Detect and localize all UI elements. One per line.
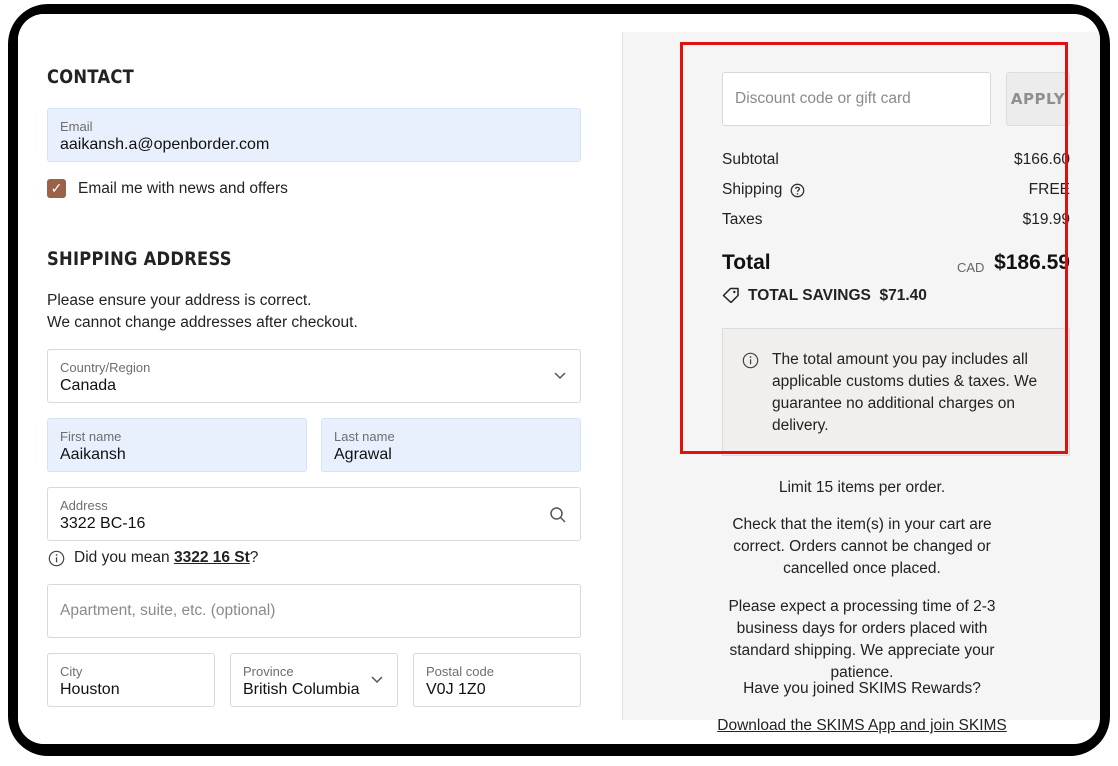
apartment-field[interactable]: Apartment, suite, etc. (optional): [47, 584, 581, 638]
newsletter-checkbox[interactable]: ✓: [47, 179, 66, 198]
shipping-row: Shipping FREE: [722, 181, 1070, 199]
city-value: Houston: [60, 681, 120, 698]
first-name-value: Aaikansh: [60, 446, 126, 463]
taxes-label: Taxes: [722, 211, 763, 228]
suggestion-link[interactable]: 3322 16 St: [174, 549, 250, 566]
newsletter-label[interactable]: Email me with news and offers: [78, 180, 288, 198]
checkout-screen: CONTACT Email aaikansh.a@openborder.com …: [18, 14, 1100, 744]
postal-code-value: V0J 1Z0: [426, 681, 486, 698]
first-name-field[interactable]: First name Aaikansh: [47, 418, 307, 472]
country-label: Country/Region: [60, 360, 151, 375]
contact-title: CONTACT: [47, 66, 135, 88]
processing-note: Please expect a processing time of 2-3 b…: [728, 598, 996, 681]
email-field[interactable]: Email aaikansh.a@openborder.com: [47, 108, 581, 162]
shipping-value: FREE: [1028, 181, 1070, 198]
shipping-label: Shipping: [722, 181, 783, 198]
city-label: City: [60, 664, 83, 679]
tag-icon: [722, 287, 739, 304]
duties-info-box: The total amount you pay includes all ap…: [722, 328, 1070, 456]
order-summary: Discount code or gift card APPLY Subtota…: [622, 32, 1100, 734]
address-value: 3322 BC-16: [60, 515, 146, 532]
province-value: British Columbia: [243, 681, 360, 698]
checkout-form: CONTACT Email aaikansh.a@openborder.com …: [18, 14, 622, 744]
province-label: Province: [243, 664, 294, 679]
postal-code-label: Postal code: [426, 664, 494, 679]
address-note-line2: We cannot change addresses after checkou…: [47, 314, 358, 331]
total-savings: TOTAL SAVINGS $71.40: [722, 287, 927, 305]
subtotal-label: Subtotal: [722, 151, 779, 168]
chevron-down-icon: [371, 676, 383, 684]
subtotal-value: $166.60: [1013, 151, 1070, 168]
province-select[interactable]: Province British Columbia: [230, 653, 398, 707]
limit-note: Limit 15 items per order.: [778, 479, 946, 496]
search-icon[interactable]: [549, 506, 567, 524]
postal-code-field[interactable]: Postal code V0J 1Z0: [413, 653, 581, 707]
taxes-value: $19.99: [1022, 211, 1070, 228]
apply-button[interactable]: APPLY: [1006, 72, 1070, 126]
city-field[interactable]: City Houston: [47, 653, 215, 707]
taxes-row: Taxes $19.99: [722, 211, 1070, 229]
first-name-label: First name: [60, 429, 122, 444]
country-value: Canada: [60, 377, 117, 394]
discount-input[interactable]: Discount code or gift card: [722, 72, 991, 126]
email-value: aaikansh.a@openborder.com: [60, 136, 270, 153]
address-label: Address: [60, 498, 108, 513]
savings-value: $71.40: [879, 287, 927, 304]
email-label: Email: [60, 119, 93, 134]
suggestion-suffix: ?: [249, 549, 259, 566]
apartment-placeholder: Apartment, suite, etc. (optional): [60, 602, 276, 619]
address-suggestion: Did you mean 3322 16 St?: [74, 549, 258, 567]
last-name-field[interactable]: Last name Agrawal: [321, 418, 581, 472]
shipping-address-title: SHIPPING ADDRESS: [47, 248, 232, 270]
last-name-value: Agrawal: [334, 446, 392, 463]
duties-info-message: The total amount you pay includes all ap…: [772, 351, 1038, 434]
last-name-label: Last name: [334, 429, 395, 444]
rewards-link[interactable]: Download the SKIMS App and join SKIMS: [623, 715, 1100, 737]
help-circle-icon[interactable]: [790, 183, 805, 198]
discount-placeholder: Discount code or gift card: [735, 90, 911, 107]
currency-code: CAD: [957, 260, 985, 275]
chevron-down-icon: [554, 372, 566, 380]
info-icon: [48, 550, 65, 567]
address-note-line1: Please ensure your address is correct.: [47, 292, 312, 309]
address-field[interactable]: Address 3322 BC-16: [47, 487, 581, 541]
country-select[interactable]: Country/Region Canada: [47, 349, 581, 403]
rewards-question: Have you joined SKIMS Rewards?: [743, 680, 981, 697]
check-note: Check that the item(s) in your cart are …: [732, 516, 992, 577]
total-value: $186.59: [994, 251, 1070, 274]
subtotal-row: Subtotal $166.60: [722, 151, 1070, 169]
info-icon: [742, 352, 759, 369]
check-icon: ✓: [50, 180, 63, 196]
suggestion-prefix: Did you mean: [74, 549, 174, 566]
total-label: Total: [722, 251, 771, 274]
savings-label: TOTAL SAVINGS: [748, 287, 871, 304]
